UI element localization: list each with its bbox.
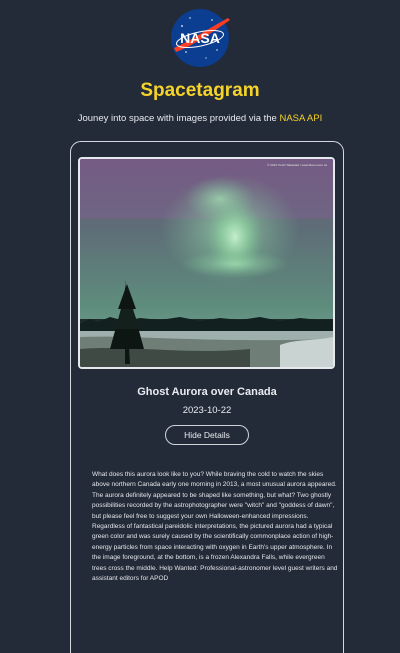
hide-details-button[interactable]: Hide Details	[165, 425, 249, 445]
nasa-logo: NASA	[170, 8, 230, 68]
image-credit: © 2013 Yuichi Takasaka / www.blue-moon.c…	[267, 163, 327, 167]
app-subtitle: Jouney into space with images provided v…	[0, 113, 400, 124]
nasa-api-link[interactable]: NASA API	[279, 113, 322, 124]
post-description: What does this aurora look like to you? …	[92, 471, 338, 583]
nasa-meatball-icon: NASA	[171, 9, 230, 67]
svg-text:NASA: NASA	[180, 30, 220, 46]
subtitle-text: Jouney into space with images provided v…	[77, 113, 280, 124]
post-image: © 2013 Yuichi Takasaka / www.blue-moon.c…	[78, 157, 335, 369]
app-title: Spacetagram	[140, 80, 260, 101]
post-date: 2023-10-22	[182, 405, 232, 416]
post-title: Ghost Aurora over Canada	[137, 386, 277, 398]
